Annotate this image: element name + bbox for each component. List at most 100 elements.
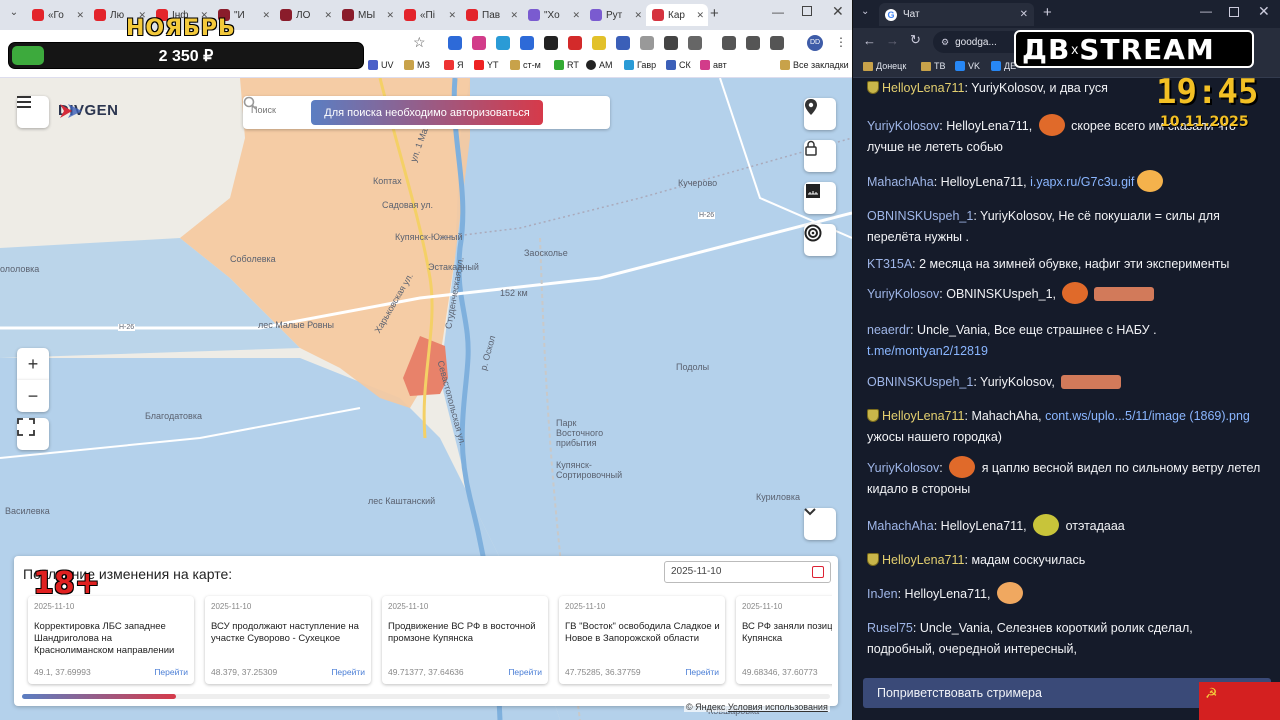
close-tab-icon[interactable]: ✕ [262, 10, 270, 21]
go-to-link[interactable]: Перейти [154, 667, 188, 677]
extension-icon[interactable] [592, 36, 606, 50]
browser-menu-icon[interactable]: ⋮ [835, 35, 847, 49]
close-tab-icon[interactable]: ✕ [386, 10, 394, 21]
close-tab-icon[interactable]: ✕ [634, 10, 642, 21]
chat-username[interactable]: InJen [867, 587, 898, 601]
chat-link[interactable]: i.yapx.ru/G7c3u.gif [1030, 175, 1134, 189]
close-tab-icon[interactable]: ✕ [696, 10, 704, 21]
minimize-button[interactable]: — [1200, 4, 1212, 18]
minimize-button[interactable]: — [772, 5, 784, 19]
browser-tab[interactable]: МЫ ✕ [336, 4, 398, 26]
chat-link[interactable]: t.me/montyan2/12819 [867, 344, 988, 358]
close-tab-icon[interactable]: ✕ [448, 10, 456, 21]
profile-avatar[interactable]: DD [807, 35, 823, 51]
chat-username[interactable]: MahachAha [867, 175, 934, 189]
chat-tab[interactable]: G Чат ✕ [879, 3, 1034, 26]
tab-search-button[interactable]: ⌄ [6, 7, 22, 23]
search-icon[interactable] [243, 96, 257, 110]
extension-icon[interactable] [616, 36, 630, 50]
chat-username[interactable]: YuriyKolosov [867, 461, 939, 475]
bookmark-am[interactable]: AM [586, 60, 613, 70]
tab-search-button[interactable]: ⌄ [861, 6, 869, 17]
change-card[interactable]: 2025-11-10 ГВ "Восток" освободила Сладкое… [559, 596, 725, 684]
close-window-button[interactable]: ✕ [1258, 3, 1270, 20]
bookmark-de[interactable]: ДЕ [991, 61, 1016, 71]
browser-tab[interactable]: «Пі ✕ [398, 4, 460, 26]
chat-username[interactable]: HelloyLena711 [882, 409, 964, 423]
close-tab-icon[interactable]: ✕ [1020, 9, 1028, 20]
bookmark-ya[interactable]: Я [444, 60, 464, 70]
go-to-link[interactable]: Перейти [508, 667, 542, 677]
go-to-link[interactable]: Перейти [685, 667, 719, 677]
chat-username[interactable]: neaerdr [867, 323, 910, 337]
browser-tab[interactable]: Рут ✕ [584, 4, 646, 26]
ruler-button[interactable] [804, 182, 836, 214]
bookmark-uv[interactable]: UV [368, 60, 394, 70]
chat-username[interactable]: YuriyKolosov [867, 287, 939, 301]
new-tab-button[interactable]: + [710, 5, 719, 22]
change-card[interactable]: 2025-11-10 ВС РФ заняли позиции в части К… [736, 596, 832, 684]
scrollbar-thumb[interactable] [22, 694, 176, 699]
new-tab-button[interactable]: + [1043, 4, 1052, 21]
chat-username[interactable]: YuriyKolosov [867, 119, 939, 133]
chat-username[interactable]: HelloyLena711 [882, 553, 964, 567]
bookmark-rt[interactable]: RT [554, 60, 579, 70]
extensions-puzzle-icon[interactable] [688, 36, 702, 50]
lock-button[interactable] [804, 140, 836, 172]
bookmark-tv[interactable]: ТВ [921, 61, 946, 71]
bookmark-gavr[interactable]: Гавр [624, 60, 656, 70]
key-icon[interactable] [722, 36, 736, 50]
all-bookmarks[interactable]: Все закладки [780, 60, 849, 70]
maximize-button[interactable] [802, 6, 812, 16]
chat-username[interactable]: OBNINSKUspeh_1 [867, 375, 973, 389]
bookmark-st-m[interactable]: ст-м [510, 60, 541, 70]
browser-tab[interactable]: «Го ✕ [26, 4, 88, 26]
change-card[interactable]: 2025-11-10 Корректировка ЛБС западнее Шан… [28, 596, 194, 684]
chat-username[interactable]: Rusel75 [867, 621, 913, 635]
reload-icon[interactable]: ↻ [910, 32, 921, 48]
bookmark-avt[interactable]: авт [700, 60, 727, 70]
extension-icon[interactable] [472, 36, 486, 50]
chat-username[interactable]: MahachAha [867, 519, 934, 533]
map-view[interactable]: Кучерово Купянск-Южный Эстакадный Заоско… [0, 78, 852, 720]
extension-icon[interactable] [496, 36, 510, 50]
extension-icon[interactable] [664, 36, 678, 50]
extension-icon[interactable] [568, 36, 582, 50]
close-window-button[interactable]: ✕ [832, 3, 844, 20]
extension-icon[interactable] [448, 36, 462, 50]
bookmark-vk[interactable]: VK [955, 61, 980, 71]
back-icon[interactable]: ← [863, 33, 876, 48]
map-menu-button[interactable] [17, 96, 49, 128]
bookmark-star-icon[interactable]: ☆ [413, 34, 426, 51]
site-info-icon[interactable]: ⚙ [941, 37, 949, 48]
auth-required-button[interactable]: Для поиска необходимо авторизоваться [311, 100, 543, 125]
browser-tab[interactable]: Кар ✕ [646, 4, 708, 26]
location-button[interactable] [804, 98, 836, 130]
chat-username[interactable]: OBNINSKUspeh_1 [867, 209, 973, 223]
extension-icon[interactable] [640, 36, 654, 50]
change-card[interactable]: 2025-11-10 ВСУ продолжают наступление на … [205, 596, 371, 684]
extension-icon[interactable] [544, 36, 558, 50]
browser-tab[interactable]: Пав ✕ [460, 4, 522, 26]
bookmark-mz[interactable]: МЗ [404, 60, 430, 70]
close-tab-icon[interactable]: ✕ [572, 10, 580, 21]
chat-username[interactable]: KT315A [867, 257, 912, 271]
layers-button[interactable] [804, 224, 836, 256]
collapse-panel-button[interactable] [804, 508, 836, 540]
bookmark-yt[interactable]: YT [474, 60, 499, 70]
browser-tab[interactable]: "Хо ✕ [522, 4, 584, 26]
zoom-out-button[interactable]: − [17, 380, 49, 412]
change-card[interactable]: 2025-11-10 Продвижение ВС РФ в восточной … [382, 596, 548, 684]
search-input[interactable] [251, 105, 311, 115]
cards-scrollbar[interactable] [22, 694, 830, 699]
chat-link[interactable]: cont.ws/uplo...5/11/image (1869).png [1045, 409, 1250, 423]
forward-icon[interactable]: → [886, 33, 899, 48]
close-tab-icon[interactable]: ✕ [76, 10, 84, 21]
link-icon[interactable] [746, 36, 760, 50]
bookmark-sk[interactable]: СК [666, 60, 691, 70]
bookmark-donetsk[interactable]: Донецк [863, 61, 906, 71]
extension-icon[interactable] [520, 36, 534, 50]
go-to-link[interactable]: Перейти [331, 667, 365, 677]
browser-tab[interactable]: ЛО ✕ [274, 4, 336, 26]
chat-username[interactable]: HelloyLena711 [882, 81, 964, 95]
